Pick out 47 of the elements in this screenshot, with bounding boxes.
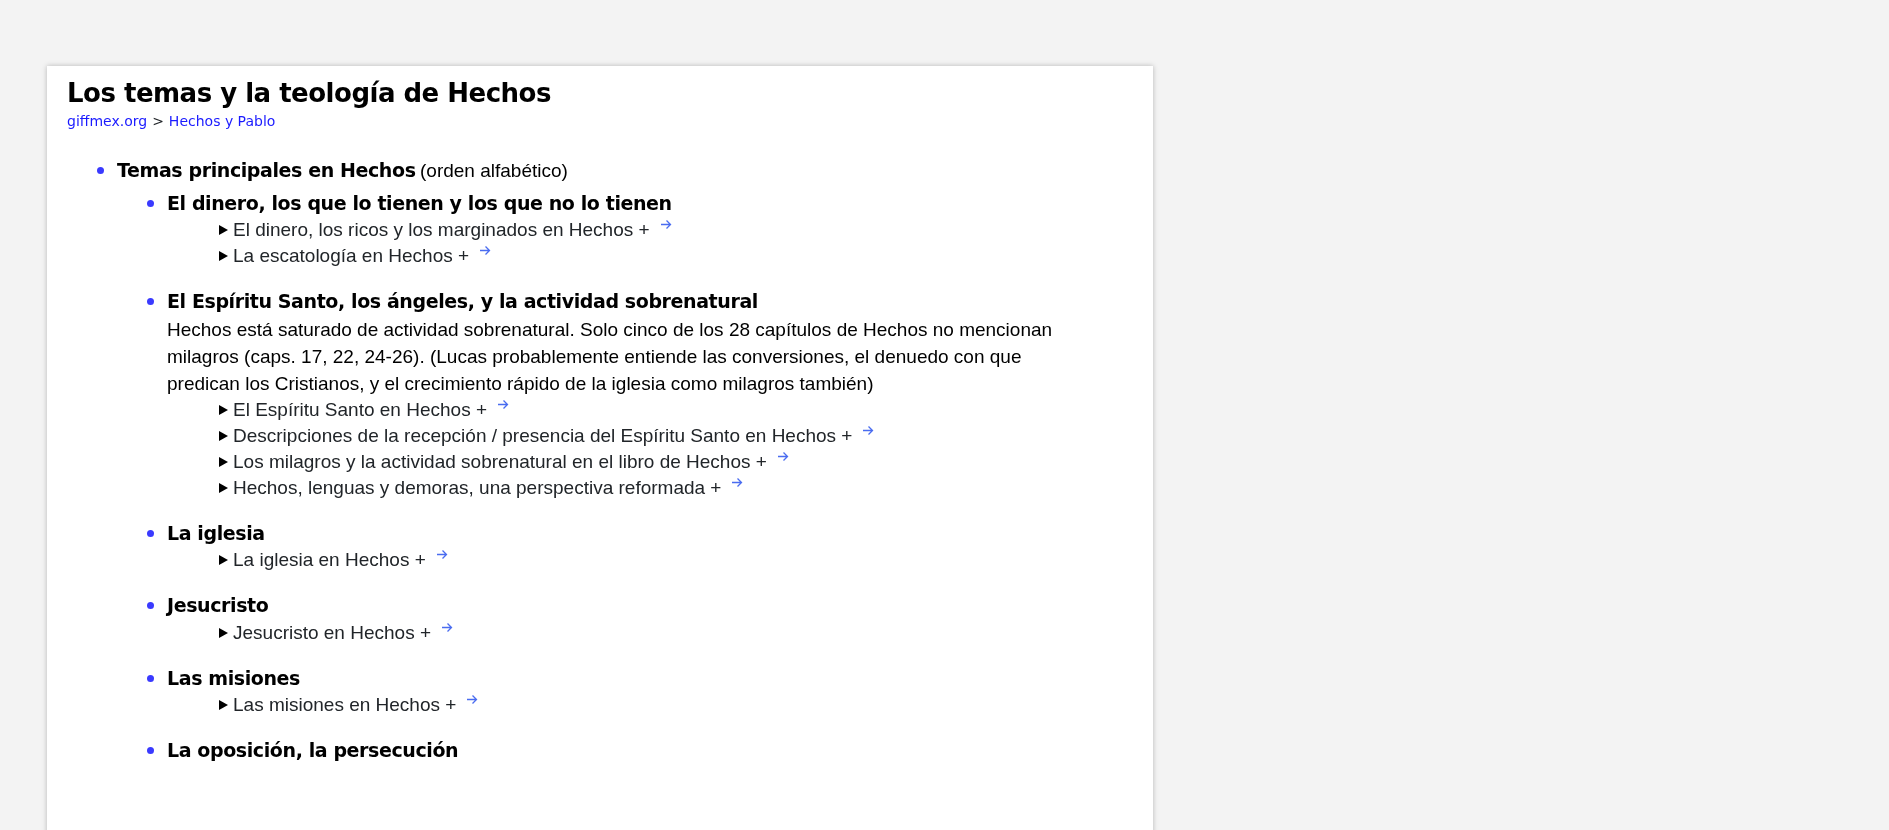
disclosure-triangle-icon[interactable] xyxy=(219,555,228,566)
topic-description: Hechos está saturado de actividad sobrenatural. Solo cinco de los 28 capítulos de Hechos no mencionan milagros (caps. 17, 22, 24-26). (Lucas probablemente entiende las conversiones, el denuedo con que predican los Cristianos, y el crecimiento rápido de la iglesia como milagros también) xyxy=(167,317,1054,396)
disclosure-triangle-icon[interactable] xyxy=(219,225,228,236)
topic-heading: Jesucristo xyxy=(167,593,270,619)
disclosure-triangle-icon[interactable] xyxy=(219,251,228,262)
disclosure-triangle-icon[interactable] xyxy=(219,482,228,493)
entry-label[interactable]: Jesucristo en Hechos + xyxy=(233,619,431,646)
entry-label[interactable]: Descripciones de la recepción / presencia del Espíritu Santo en Hechos + xyxy=(233,422,853,449)
disclosure-triangle-icon[interactable] xyxy=(219,404,228,415)
arrow-icon[interactable] xyxy=(497,398,509,410)
bullet-icon xyxy=(147,747,154,755)
arrow-icon[interactable] xyxy=(479,245,492,257)
breadcrumb-link[interactable]: giffmex.org xyxy=(67,111,148,133)
entry-label[interactable]: Hechos, lenguas y demoras, una perspectiva reformada + xyxy=(233,474,722,501)
disclosure-triangle-icon[interactable] xyxy=(219,430,228,441)
bullet-icon xyxy=(147,529,154,537)
bullet-icon xyxy=(97,167,104,175)
arrow-icon[interactable] xyxy=(435,549,448,561)
page-title: Los temas y la teología de Hechos xyxy=(67,78,552,110)
breadcrumb-link[interactable]: Hechos y Pablo xyxy=(168,111,276,133)
entry-label[interactable]: Las misiones en Hechos + xyxy=(233,692,457,719)
topic-heading: Las misiones xyxy=(167,665,301,691)
section-heading: Temas principales en Hechos xyxy=(117,159,416,182)
bullet-icon xyxy=(147,298,154,306)
entry-label[interactable]: Los milagros y la actividad sobrenatural en el libro de Hechos + xyxy=(233,448,767,475)
arrow-icon[interactable] xyxy=(731,476,744,488)
topic-heading: La iglesia xyxy=(167,520,266,546)
bullet-icon xyxy=(147,674,154,682)
disclosure-triangle-icon[interactable] xyxy=(219,456,228,467)
entry-label[interactable]: El dinero, los ricos y los marginados en Hechos + xyxy=(233,217,650,244)
topic-heading: El dinero, los que lo tienen y los que no lo tienen xyxy=(167,190,673,216)
entry-label[interactable]: El Espíritu Santo en Hechos + xyxy=(233,396,487,423)
disclosure-triangle-icon[interactable] xyxy=(219,627,228,638)
arrow-icon[interactable] xyxy=(659,219,672,231)
arrow-icon[interactable] xyxy=(862,424,875,436)
topic-heading: La oposición, la persecución xyxy=(167,738,460,764)
breadcrumb-separator: > xyxy=(152,112,164,132)
entry-label[interactable]: La escatología en Hechos + xyxy=(233,243,470,270)
disclosure-triangle-icon[interactable] xyxy=(219,700,228,711)
arrow-icon[interactable] xyxy=(776,450,789,462)
entry-label[interactable]: La iglesia en Hechos + xyxy=(233,547,426,574)
topic-heading: El Espíritu Santo, los ángeles, y la actividad sobrenatural xyxy=(167,289,759,315)
bullet-icon xyxy=(147,199,154,207)
bullet-icon xyxy=(147,602,154,610)
section-note: (orden alfabético) xyxy=(420,160,568,182)
arrow-icon[interactable] xyxy=(466,694,479,706)
arrow-icon[interactable] xyxy=(441,621,453,633)
